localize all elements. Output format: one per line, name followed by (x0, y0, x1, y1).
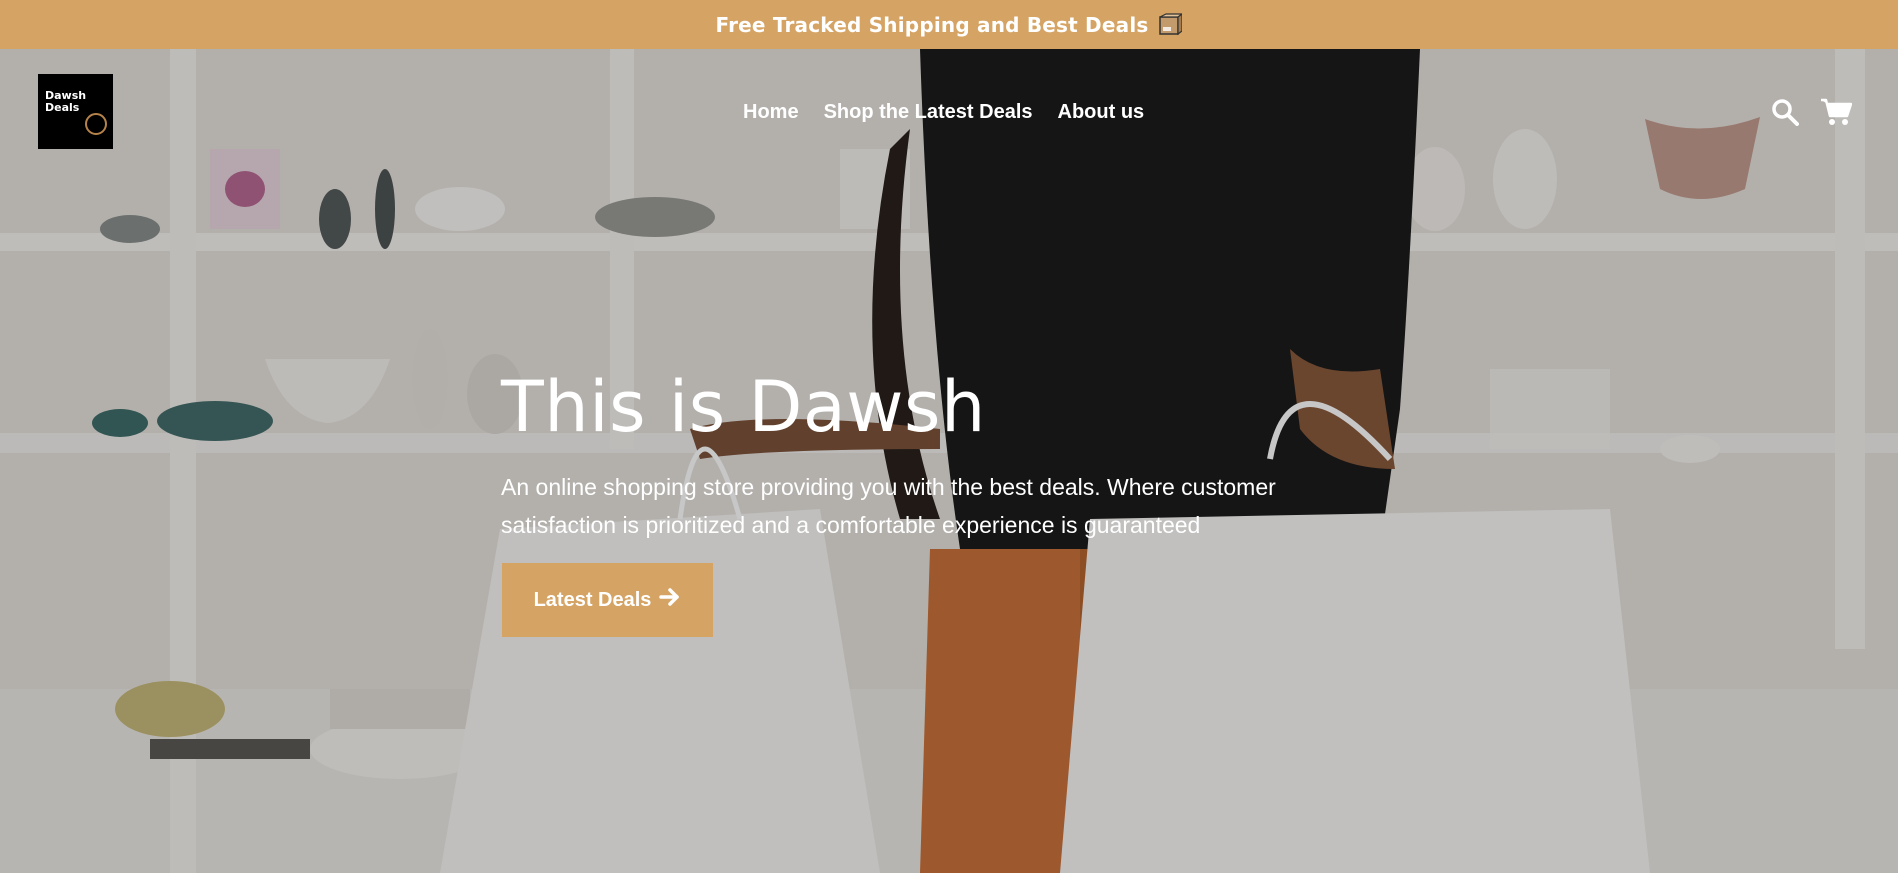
nav-about-us[interactable]: About us (1058, 101, 1145, 124)
nav-home[interactable]: Home (743, 101, 799, 124)
hero-content: This is Dawsh An online shopping store p… (501, 362, 1361, 544)
main-nav: Home Shop the Latest Deals About us (743, 101, 1144, 124)
latest-deals-label: Latest Deals (533, 588, 652, 611)
arrow-right-icon (659, 587, 681, 613)
logo-line-2: Deals (45, 101, 80, 114)
hero-title: This is Dawsh (501, 366, 986, 448)
hero-description: An online shopping store providing you w… (501, 474, 1276, 538)
cart-icon[interactable] (1820, 97, 1853, 127)
site-header: Dawsh Deals Home Shop the Latest Deals A… (0, 49, 1898, 173)
search-icon[interactable] (1771, 98, 1799, 126)
announcement-text: Free Tracked Shipping and Best Deals (715, 12, 1149, 37)
announcement-bar: Free Tracked Shipping and Best Deals (0, 0, 1898, 49)
nav-shop-latest-deals[interactable]: Shop the Latest Deals (824, 101, 1033, 124)
logo[interactable]: Dawsh Deals (38, 74, 113, 149)
latest-deals-button[interactable]: Latest Deals (502, 563, 713, 637)
package-box-icon (1158, 12, 1185, 37)
logo-seal-icon (85, 113, 107, 135)
